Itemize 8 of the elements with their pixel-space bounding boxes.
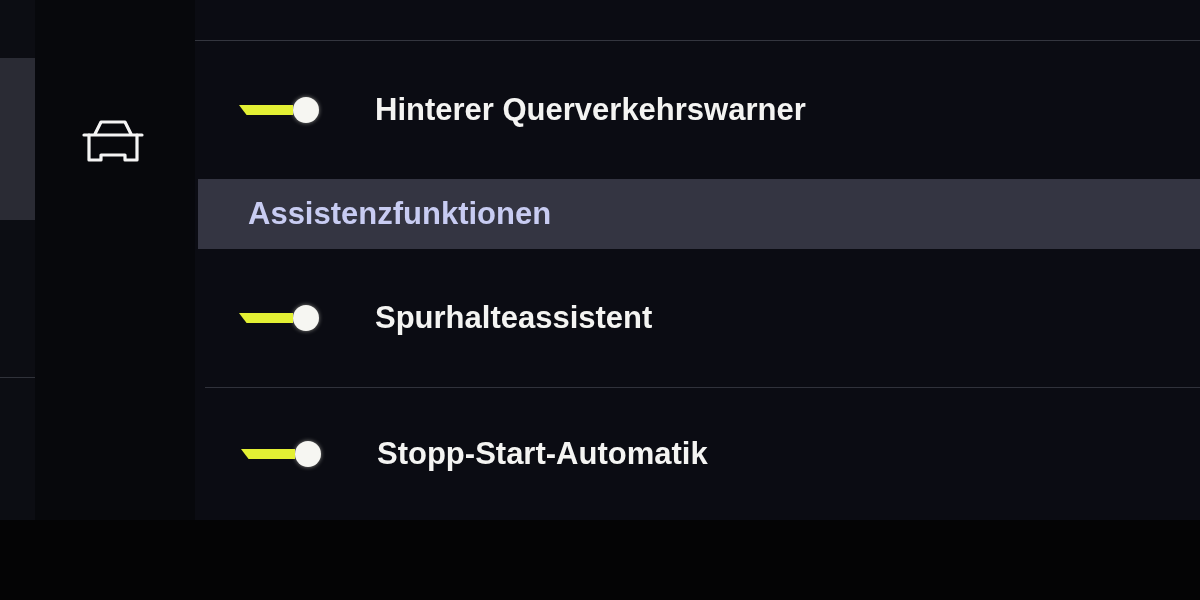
- toggle-switch[interactable]: [239, 304, 319, 332]
- setting-label: Hinterer Querverkehrswarner: [375, 92, 806, 128]
- car-icon[interactable]: [82, 118, 144, 164]
- setting-label: Stopp-Start-Automatik: [377, 436, 708, 472]
- section-title: Assistenzfunktionen: [248, 196, 552, 232]
- toggle-switch[interactable]: [239, 96, 319, 124]
- setting-label: Spurhalteassistent: [375, 300, 653, 336]
- toggle-switch[interactable]: [241, 440, 321, 468]
